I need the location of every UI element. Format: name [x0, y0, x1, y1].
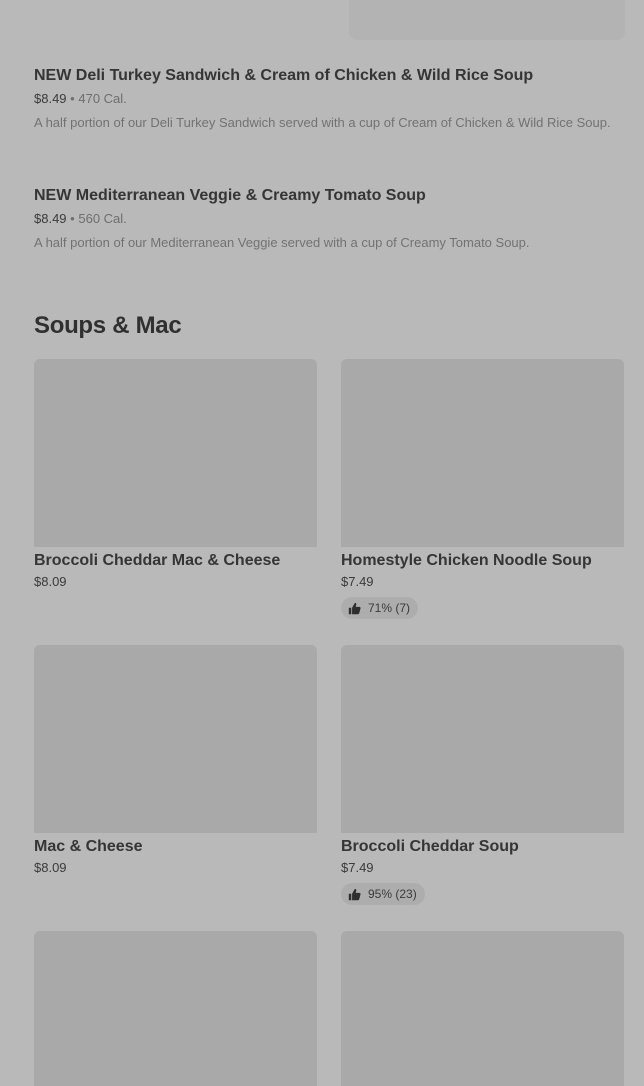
- menu-item-name[interactable]: Homestyle Chicken Noodle Soup: [341, 551, 624, 571]
- combo-title[interactable]: NEW Deli Turkey Sandwich & Cream of Chic…: [34, 66, 614, 86]
- menu-item-price: $7.49: [341, 574, 374, 589]
- menu-item-image[interactable]: [341, 359, 624, 547]
- top-image-strip: [0, 0, 644, 44]
- menu-item-image[interactable]: [349, 0, 625, 40]
- menu-item-image[interactable]: [341, 931, 624, 1086]
- thumbs-up-icon: [348, 602, 361, 614]
- menu-item-card[interactable]: Broccoli Cheddar Mac & Cheese $8.09: [34, 359, 317, 590]
- combo-title[interactable]: NEW Mediterranean Veggie & Creamy Tomato…: [34, 186, 614, 206]
- separator-dot: •: [70, 211, 75, 226]
- menu-item-image[interactable]: [34, 931, 317, 1086]
- separator-dot: •: [70, 91, 75, 106]
- menu-item-card[interactable]: Homestyle Chicken Noodle Soup $7.49 71% …: [341, 359, 624, 620]
- combo-meta: $8.49 • 470 Cal.: [34, 91, 614, 107]
- section-title: Soups & Mac: [34, 312, 182, 339]
- menu-item-name[interactable]: Mac & Cheese: [34, 837, 317, 857]
- rating-text: 71% (7): [368, 601, 411, 615]
- rating-text: 95% (23): [368, 887, 417, 901]
- combo-item[interactable]: NEW Mediterranean Veggie & Creamy Tomato…: [34, 186, 614, 253]
- thumbs-up-icon: [348, 888, 361, 900]
- combo-calories: 560 Cal.: [78, 211, 127, 226]
- combo-item[interactable]: NEW Deli Turkey Sandwich & Cream of Chic…: [34, 66, 614, 133]
- menu-item-name[interactable]: Broccoli Cheddar Soup: [341, 837, 624, 857]
- combo-description: A half portion of our Deli Turkey Sandwi…: [34, 115, 611, 130]
- combo-calories: 470 Cal.: [78, 91, 127, 106]
- menu-item-price: $8.09: [34, 860, 67, 875]
- menu-item-image[interactable]: [34, 359, 317, 547]
- menu-item-price: $7.49: [341, 860, 374, 875]
- combo-meta: $8.49 • 560 Cal.: [34, 211, 614, 227]
- rating-badge: 71% (7): [341, 597, 419, 619]
- menu-item-name[interactable]: Broccoli Cheddar Mac & Cheese: [34, 551, 317, 571]
- combo-price: $8.49: [34, 91, 67, 106]
- menu-item-card[interactable]: Broccoli Cheddar Soup $7.49 95% (23): [341, 645, 624, 906]
- menu-item-card[interactable]: Mac & Cheese $8.09: [34, 645, 317, 876]
- menu-item-image[interactable]: [34, 645, 317, 833]
- menu-item-image[interactable]: [341, 645, 624, 833]
- rating-badge: 95% (23): [341, 883, 425, 905]
- menu-item-price: $8.09: [34, 574, 67, 589]
- combo-price: $8.49: [34, 211, 67, 226]
- combo-description: A half portion of our Mediterranean Vegg…: [34, 235, 530, 250]
